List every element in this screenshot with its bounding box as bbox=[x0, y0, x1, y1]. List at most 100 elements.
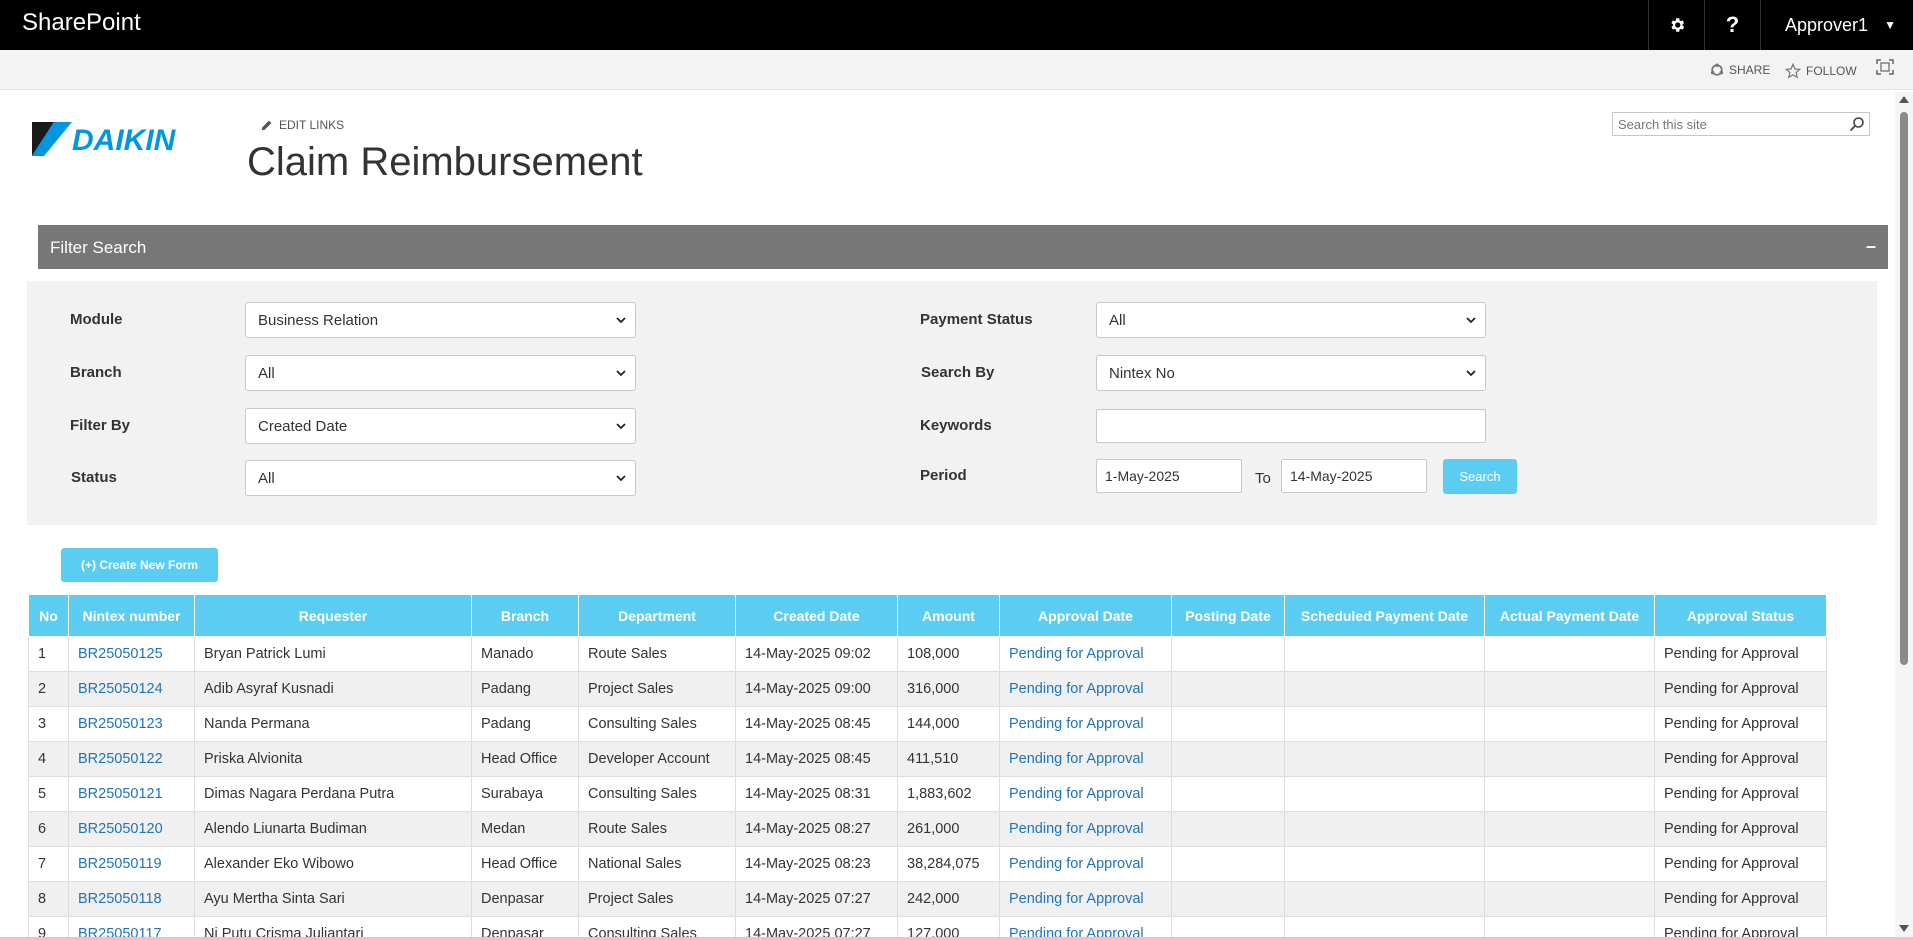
cell-department: Consulting Sales bbox=[578, 776, 736, 812]
table-row[interactable]: 3 BR25050123 Nanda Permana Padang Consulting… bbox=[28, 706, 1827, 742]
col-scheduled-payment-date[interactable]: Scheduled Payment Date bbox=[1284, 594, 1485, 637]
cell-posting-date bbox=[1171, 881, 1285, 917]
cell-approval-status: Pending for Approval bbox=[1654, 671, 1827, 707]
scroll-up-icon[interactable] bbox=[1899, 96, 1909, 103]
help-button[interactable]: ? bbox=[1704, 0, 1760, 50]
cell-approval-date[interactable]: Pending for Approval bbox=[999, 881, 1172, 917]
status-select[interactable]: All bbox=[245, 460, 636, 496]
cell-actual-payment-date bbox=[1484, 846, 1655, 882]
cell-actual-payment-date bbox=[1484, 811, 1655, 847]
cell-approval-date[interactable]: Pending for Approval bbox=[999, 671, 1172, 707]
col-nintex-number[interactable]: Nintex number bbox=[68, 594, 195, 637]
cell-approval-status: Pending for Approval bbox=[1654, 741, 1827, 777]
cell-requester: Priska Alvionita bbox=[194, 741, 472, 777]
cell-nintex-number[interactable]: BR25050124 bbox=[68, 671, 195, 707]
keywords-input[interactable] bbox=[1096, 409, 1486, 443]
col-approval-status[interactable]: Approval Status bbox=[1654, 594, 1827, 637]
follow-button[interactable]: FOLLOW bbox=[1785, 63, 1857, 79]
to-label: To bbox=[1255, 470, 1271, 487]
cell-actual-payment-date bbox=[1484, 741, 1655, 777]
filter-by-value: Created Date bbox=[258, 417, 348, 435]
cell-nintex-number[interactable]: BR25050120 bbox=[68, 811, 195, 847]
search-button[interactable]: Search bbox=[1443, 459, 1517, 494]
payment-status-value: All bbox=[1109, 311, 1126, 329]
cell-nintex-number[interactable]: BR25050119 bbox=[68, 846, 195, 882]
col-approval-date[interactable]: Approval Date bbox=[999, 594, 1172, 637]
fullscreen-icon bbox=[1876, 59, 1894, 75]
search-by-select[interactable]: Nintex No bbox=[1096, 355, 1486, 391]
table-row[interactable]: 5 BR25050121 Dimas Nagara Perdana Putra Sur… bbox=[28, 776, 1827, 812]
cell-requester: Alendo Liunarta Budiman bbox=[194, 811, 472, 847]
cell-scheduled-payment-date bbox=[1284, 636, 1485, 672]
user-name: Approver1 bbox=[1785, 14, 1869, 35]
table-row[interactable]: 6 BR25050120 Alendo Liunarta Budiman Medan R… bbox=[28, 811, 1827, 847]
filter-search-title: Filter Search bbox=[50, 238, 147, 257]
cell-approval-date[interactable]: Pending for Approval bbox=[999, 741, 1172, 777]
col-no[interactable]: No bbox=[28, 594, 69, 637]
cell-created-date: 14-May-2025 08:31 bbox=[735, 776, 898, 812]
cell-nintex-number[interactable]: BR25050122 bbox=[68, 741, 195, 777]
cell-no: 5 bbox=[28, 776, 69, 812]
table-row[interactable]: 4 BR25050122 Priska Alvionita Head Office De… bbox=[28, 741, 1827, 777]
payment-status-select[interactable]: All bbox=[1096, 302, 1486, 338]
cell-approval-date[interactable]: Pending for Approval bbox=[999, 846, 1172, 882]
cell-nintex-number[interactable]: BR25050125 bbox=[68, 636, 195, 672]
cell-branch: Padang bbox=[471, 671, 579, 707]
col-amount[interactable]: Amount bbox=[897, 594, 1000, 637]
cell-amount: 108,000 bbox=[897, 636, 1000, 672]
period-from-input[interactable]: 1-May-2025 bbox=[1096, 459, 1242, 493]
logo-text: DAIKIN bbox=[72, 124, 177, 157]
cell-amount: 144,000 bbox=[897, 706, 1000, 742]
user-menu[interactable]: Approver1 ▼ bbox=[1760, 0, 1913, 50]
col-actual-payment-date[interactable]: Actual Payment Date bbox=[1484, 594, 1655, 637]
branch-select[interactable]: All bbox=[245, 355, 636, 391]
collapse-icon[interactable]: – bbox=[1866, 236, 1876, 257]
cell-approval-date[interactable]: Pending for Approval bbox=[999, 706, 1172, 742]
cell-created-date: 14-May-2025 07:27 bbox=[735, 881, 898, 917]
col-created-date[interactable]: Created Date bbox=[735, 594, 898, 637]
edit-links-button[interactable]: EDIT LINKS bbox=[260, 118, 344, 132]
scrollbar-thumb[interactable] bbox=[1900, 112, 1908, 665]
cell-actual-payment-date bbox=[1484, 881, 1655, 917]
focus-on-content-button[interactable] bbox=[1876, 59, 1894, 75]
table-row[interactable]: 8 BR25050118 Ayu Mertha Sinta Sari Denpasar… bbox=[28, 881, 1827, 917]
table-row[interactable]: 7 BR25050119 Alexander Eko Wibowo Head Offi… bbox=[28, 846, 1827, 882]
share-label: SHARE bbox=[1729, 63, 1771, 77]
table-row[interactable]: 1 BR25050125 Bryan Patrick Lumi Manado Route… bbox=[28, 636, 1827, 672]
cell-department: Project Sales bbox=[578, 881, 736, 917]
cell-approval-date[interactable]: Pending for Approval bbox=[999, 811, 1172, 847]
cell-nintex-number[interactable]: BR25050123 bbox=[68, 706, 195, 742]
page-scrollbar[interactable] bbox=[1895, 92, 1913, 940]
search-icon[interactable] bbox=[1849, 116, 1865, 132]
share-button[interactable]: SHARE bbox=[1710, 63, 1770, 77]
cell-scheduled-payment-date bbox=[1284, 811, 1485, 847]
cell-approval-date[interactable]: Pending for Approval bbox=[999, 776, 1172, 812]
col-department[interactable]: Department bbox=[578, 594, 736, 637]
cell-amount: 242,000 bbox=[897, 881, 1000, 917]
filter-search-header[interactable]: Filter Search – bbox=[38, 225, 1888, 269]
cell-created-date: 14-May-2025 08:23 bbox=[735, 846, 898, 882]
site-search-input[interactable] bbox=[1613, 113, 1838, 135]
scroll-down-icon[interactable] bbox=[1899, 925, 1909, 932]
col-posting-date[interactable]: Posting Date bbox=[1171, 594, 1285, 637]
cell-nintex-number[interactable]: BR25050121 bbox=[68, 776, 195, 812]
module-select[interactable]: Business Relation bbox=[245, 302, 636, 338]
cell-branch: Head Office bbox=[471, 846, 579, 882]
create-new-form-button[interactable]: (+) Create New Form bbox=[61, 548, 218, 582]
daikin-logo[interactable]: DAIKIN bbox=[32, 118, 217, 160]
chevron-down-icon bbox=[616, 317, 626, 324]
cell-no: 8 bbox=[28, 881, 69, 917]
cell-approval-date[interactable]: Pending for Approval bbox=[999, 636, 1172, 672]
col-branch[interactable]: Branch bbox=[471, 594, 579, 637]
filter-by-select[interactable]: Created Date bbox=[245, 408, 636, 444]
table-row[interactable]: 2 BR25050124 Adib Asyraf Kusnadi Padang Proj… bbox=[28, 671, 1827, 707]
cell-nintex-number[interactable]: BR25050118 bbox=[68, 881, 195, 917]
cell-created-date: 14-May-2025 08:27 bbox=[735, 811, 898, 847]
sharepoint-brand[interactable]: SharePoint bbox=[22, 9, 141, 37]
col-requester[interactable]: Requester bbox=[194, 594, 472, 637]
status-label: Status bbox=[71, 469, 117, 486]
settings-button[interactable] bbox=[1648, 0, 1704, 50]
cell-approval-status: Pending for Approval bbox=[1654, 811, 1827, 847]
period-to-input[interactable]: 14-May-2025 bbox=[1281, 459, 1427, 493]
cell-no: 7 bbox=[28, 846, 69, 882]
